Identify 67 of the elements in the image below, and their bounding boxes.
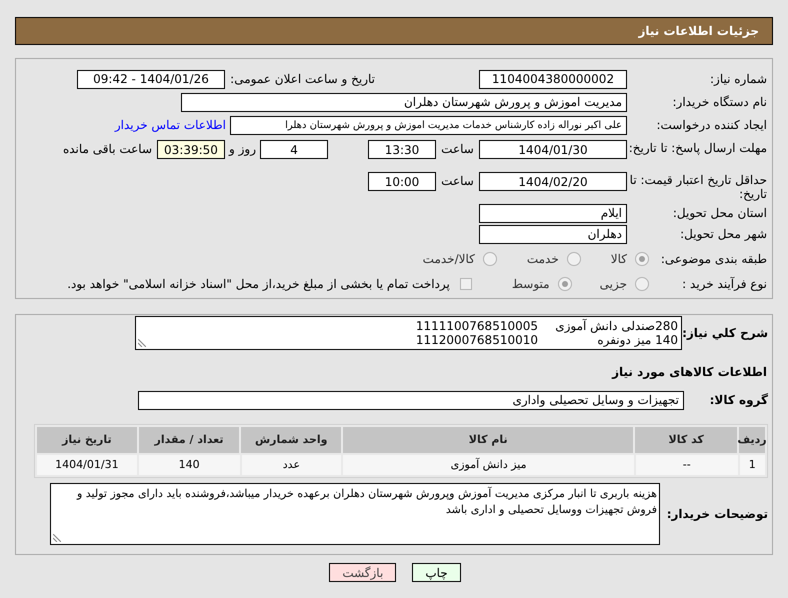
field-label: شماره نیاز: [709, 72, 767, 86]
city-field: دهلران [479, 224, 627, 244]
section-heading: اطلاعات کالاهای مورد نیاز [610, 364, 768, 381]
field-label: گروه کالا: [708, 393, 768, 407]
field-label: شهر محل تحویل: [679, 227, 767, 241]
column-header: تعداد / مقدار [138, 427, 240, 453]
field-label: تاریخ و ساعت اعلان عمومی: [229, 72, 375, 86]
item-code: 1112000768510010 [416, 333, 538, 347]
radio-button[interactable] [482, 252, 497, 266]
field-label: حداقل تاریخ اعتبار قیمت: تا تاریخ: [628, 172, 767, 201]
column-header: نام کالا [343, 427, 634, 453]
remaining-time-field: 03:39:50 [157, 140, 225, 159]
table-cell: -- [636, 455, 738, 475]
radio-button[interactable] [635, 252, 649, 266]
back-button[interactable]: بازگشت [329, 563, 396, 582]
field-label: ایجاد کننده درخواست: [655, 118, 767, 132]
radio-label: کالا [610, 251, 627, 268]
item-code: 1111100768510005 [416, 319, 538, 333]
print-button[interactable]: چاپ [412, 563, 461, 582]
field-label: نام دستگاه خریدار: [672, 95, 767, 109]
field-label: ساعت باقی مانده [62, 141, 153, 156]
notes-text: هزینه باربری تا انبار مرکزی مدیریت آموزش وپرورش شهرستان دهلران برعهده خریدار میباشد،فروشنده باید دارای مجوز تولید و فروش تجهیزات ووسایل تحصیلی و اداری باشد [76, 486, 657, 518]
field-label: روز و [228, 141, 257, 156]
creator-field: علی اکبر نوراله زاده کارشناس خدمات مدیریت اموزش و پرورش شهرستان دهلرا [230, 116, 627, 134]
resize-grip-icon [53, 534, 61, 542]
radio-label: متوسط [512, 276, 550, 293]
table-cell: عدد [242, 455, 342, 475]
radio-button[interactable] [635, 277, 649, 291]
checkbox-label: پرداخت تمام یا بخشی از مبلغ خرید،از محل "اسناد خزانه اسلامی" خواهد بود. [67, 276, 450, 293]
column-header: ردیف [739, 427, 765, 453]
validity-date-field: 1404/02/20 [479, 172, 627, 191]
field-label: نوع فرآیند خرید : [681, 277, 767, 291]
province-field: ایلام [479, 204, 627, 222]
column-header: واحد شمارش [241, 427, 342, 453]
radio-label: جزیی [600, 276, 627, 293]
deadline-time-field: 13:30 [368, 140, 436, 159]
deadline-date-field: 1404/01/30 [479, 140, 627, 159]
field-label: استان محل تحویل: [672, 206, 767, 220]
item-description: 280صندلی دانش آموزی [554, 319, 678, 333]
announce-date-field: 1404/01/26 - 09:42 [77, 70, 225, 88]
page-title: جزئیات اطلاعات نیاز [638, 23, 759, 40]
field-label: ساعت [440, 173, 475, 188]
radio-button[interactable] [566, 252, 581, 266]
radio-label: خدمت [526, 251, 559, 268]
goods-group-field: تجهیزات و وسایل تحصیلی واداری [138, 390, 684, 410]
table-cell: 1 [740, 455, 765, 475]
buyer-field: مدیریت اموزش و پرورش شهرستان دهلران [181, 92, 627, 112]
resize-grip-icon [138, 339, 146, 347]
field-label: ساعت [440, 141, 475, 156]
radio-label: کالا/خدمت [422, 251, 475, 268]
need-number-field: 1104004380000002 [479, 70, 627, 88]
column-header: کد کالا [635, 427, 737, 453]
checkbox[interactable] [460, 278, 472, 290]
radio-button[interactable] [558, 277, 572, 291]
days-field: 4 [260, 140, 328, 159]
field-label: توضیحات خریدار: [666, 507, 768, 521]
table-cell: 140 [138, 455, 240, 475]
field-label: طبقه بندی موضوعی: [660, 252, 767, 266]
notes-textarea[interactable]: هزینه باربری تا انبار مرکزی مدیریت آموزش وپرورش شهرستان دهلران برعهده خریدار میباشد،فروشنده باید دارای مجوز تولید و فروش تجهیزات ووسایل تحصیلی و اداری باشد [50, 483, 660, 545]
item-description: 140 میز دونفره [596, 333, 678, 347]
field-label: مهلت ارسال پاسخ: تا تاریخ: [628, 140, 767, 155]
field-label: شرح کلي نیاز: [682, 326, 768, 340]
table-cell: میز دانش آموزی [343, 455, 634, 475]
column-header: تاریخ نیاز [37, 427, 137, 453]
table-cell: 1404/01/31 [36, 455, 137, 475]
buyer-contact-link[interactable]: اطلاعات تماس خریدار [114, 116, 226, 134]
validity-time-field: 10:00 [368, 172, 436, 191]
